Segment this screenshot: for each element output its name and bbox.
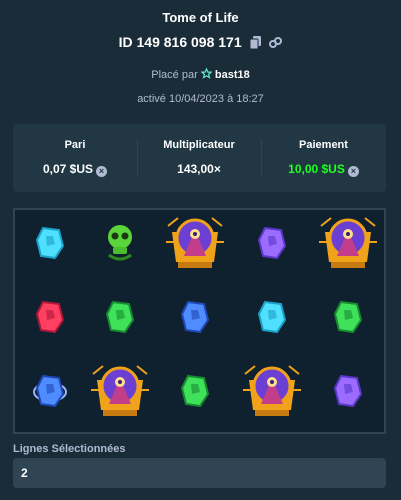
wizard-wild-icon — [164, 212, 226, 279]
page-title: Tome of Life — [162, 10, 239, 25]
multiplier-label: Multiplicateur — [163, 139, 235, 151]
reel-symbol — [160, 284, 230, 354]
reels-grid — [13, 208, 386, 434]
payout-label: Paiement — [299, 139, 348, 151]
green-gem-icon — [178, 372, 212, 415]
link-icon[interactable] — [269, 36, 283, 52]
copy-icon[interactable] — [249, 36, 262, 52]
currency-icon: × — [96, 166, 108, 177]
payout-amount: 10,00 $US — [288, 162, 345, 176]
multiplier-value: 143,00× — [177, 162, 221, 176]
reel-symbol — [85, 358, 155, 428]
selected-lines-label: Lignes Sélectionnées — [13, 443, 126, 455]
reel-symbol — [15, 358, 85, 428]
blue-ring-gem-icon — [33, 372, 67, 415]
bet-id: ID 149 816 098 171 — [0, 34, 401, 52]
reel-symbol — [15, 210, 85, 280]
wizard-wild-icon — [241, 360, 303, 427]
green-gem-icon — [331, 298, 365, 341]
bet-date: activé 10/04/2023 à 18:27 — [137, 93, 264, 105]
wager-label: Pari — [64, 139, 86, 151]
cyan-gem-icon — [33, 224, 67, 267]
reel-symbol — [85, 210, 155, 280]
selected-lines-field[interactable]: 2 — [13, 458, 386, 488]
purple-gem-icon — [255, 224, 289, 267]
reel-symbol — [160, 210, 230, 280]
stat-wager: Pari 0,07 $US × — [13, 124, 137, 192]
placed-by-user[interactable]: bast18 — [215, 69, 250, 81]
stat-payout: Paiement 10,00 $US × — [261, 124, 386, 192]
wager-amount: 0,07 $US — [42, 162, 94, 176]
reel-symbol — [237, 210, 307, 280]
bet-stats: Pari 0,07 $US × Multiplicateur 143,00× Pa… — [13, 124, 386, 192]
stat-multiplier: Multiplicateur 143,00× — [137, 124, 261, 192]
reel-symbol — [313, 358, 383, 428]
purple-gem-icon — [331, 372, 365, 415]
wager-value: 0,07 $US × — [13, 162, 137, 177]
bet-id-text: ID 149 816 098 171 — [118, 34, 242, 50]
reel-symbol — [313, 284, 383, 354]
placed-by-prefix: Placé par — [151, 69, 198, 81]
reel-symbol — [237, 358, 307, 428]
reel-symbol — [85, 284, 155, 354]
reel-symbol — [237, 284, 307, 354]
payout-value: 10,00 $US × — [261, 162, 386, 177]
currency-icon: × — [347, 166, 359, 177]
cyan-gem-icon — [255, 298, 289, 341]
reel-symbol — [15, 284, 85, 354]
wizard-wild-icon — [89, 360, 151, 427]
reel-symbol — [313, 210, 383, 280]
wizard-wild-icon — [317, 212, 379, 279]
vip-star-icon — [200, 67, 215, 81]
green-gem-icon — [103, 298, 137, 341]
red-gem-icon — [33, 298, 67, 341]
blue-gem-icon — [178, 298, 212, 341]
placed-by: Placé par bast18 — [0, 67, 401, 81]
green-skull-icon — [103, 223, 137, 268]
reel-symbol — [160, 358, 230, 428]
